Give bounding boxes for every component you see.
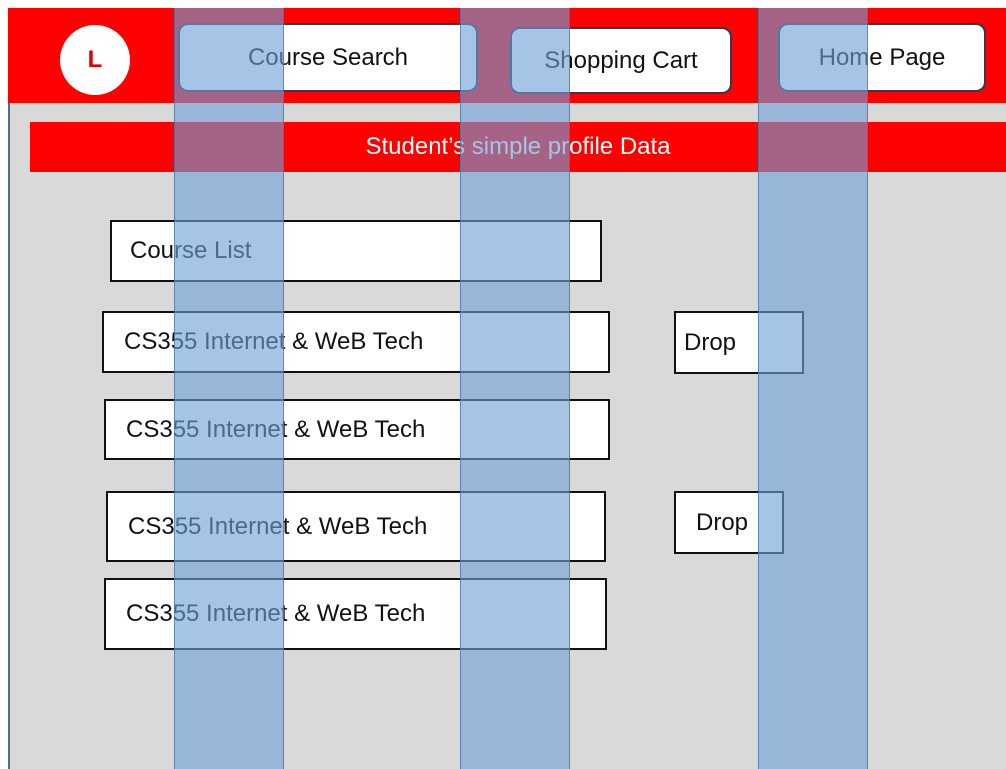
course-search-label: Course Search: [247, 43, 409, 71]
shopping-cart-label: Shopping Cart: [544, 46, 698, 74]
profile-banner: Student’s simple profile Data: [30, 122, 1006, 172]
course-search-button[interactable]: Course Search: [178, 23, 478, 92]
drop-button-label: Drop: [696, 508, 749, 536]
logo[interactable]: L: [60, 25, 130, 95]
course-row[interactable]: CS355 Internet & WeB Tech: [104, 399, 610, 460]
course-list-header: Course List: [110, 220, 602, 282]
drop-button-label: Drop: [684, 328, 737, 356]
course-row[interactable]: CS355 Internet & WeB Tech: [102, 311, 610, 373]
logo-letter: L: [87, 46, 103, 73]
course-row[interactable]: CS355 Internet & WeB Tech: [106, 491, 606, 562]
profile-banner-text: Student’s simple profile Data: [365, 133, 671, 160]
course-list-title: Course List: [130, 237, 252, 264]
drop-button[interactable]: Drop: [674, 311, 804, 374]
drop-button[interactable]: Drop: [674, 491, 784, 554]
home-page-button[interactable]: Home Page: [778, 23, 986, 92]
course-row-label: CS355 Internet & WeB Tech: [128, 512, 428, 540]
page: L Course Search Shopping Cart Home Page …: [0, 0, 1006, 769]
shopping-cart-button[interactable]: Shopping Cart: [510, 27, 732, 94]
course-row-label: CS355 Internet & WeB Tech: [126, 600, 426, 627]
course-row-label: CS355 Internet & WeB Tech: [126, 415, 426, 443]
home-page-label: Home Page: [818, 43, 946, 71]
course-row[interactable]: CS355 Internet & WeB Tech: [104, 578, 607, 650]
course-row-label: CS355 Internet & WeB Tech: [124, 328, 424, 355]
